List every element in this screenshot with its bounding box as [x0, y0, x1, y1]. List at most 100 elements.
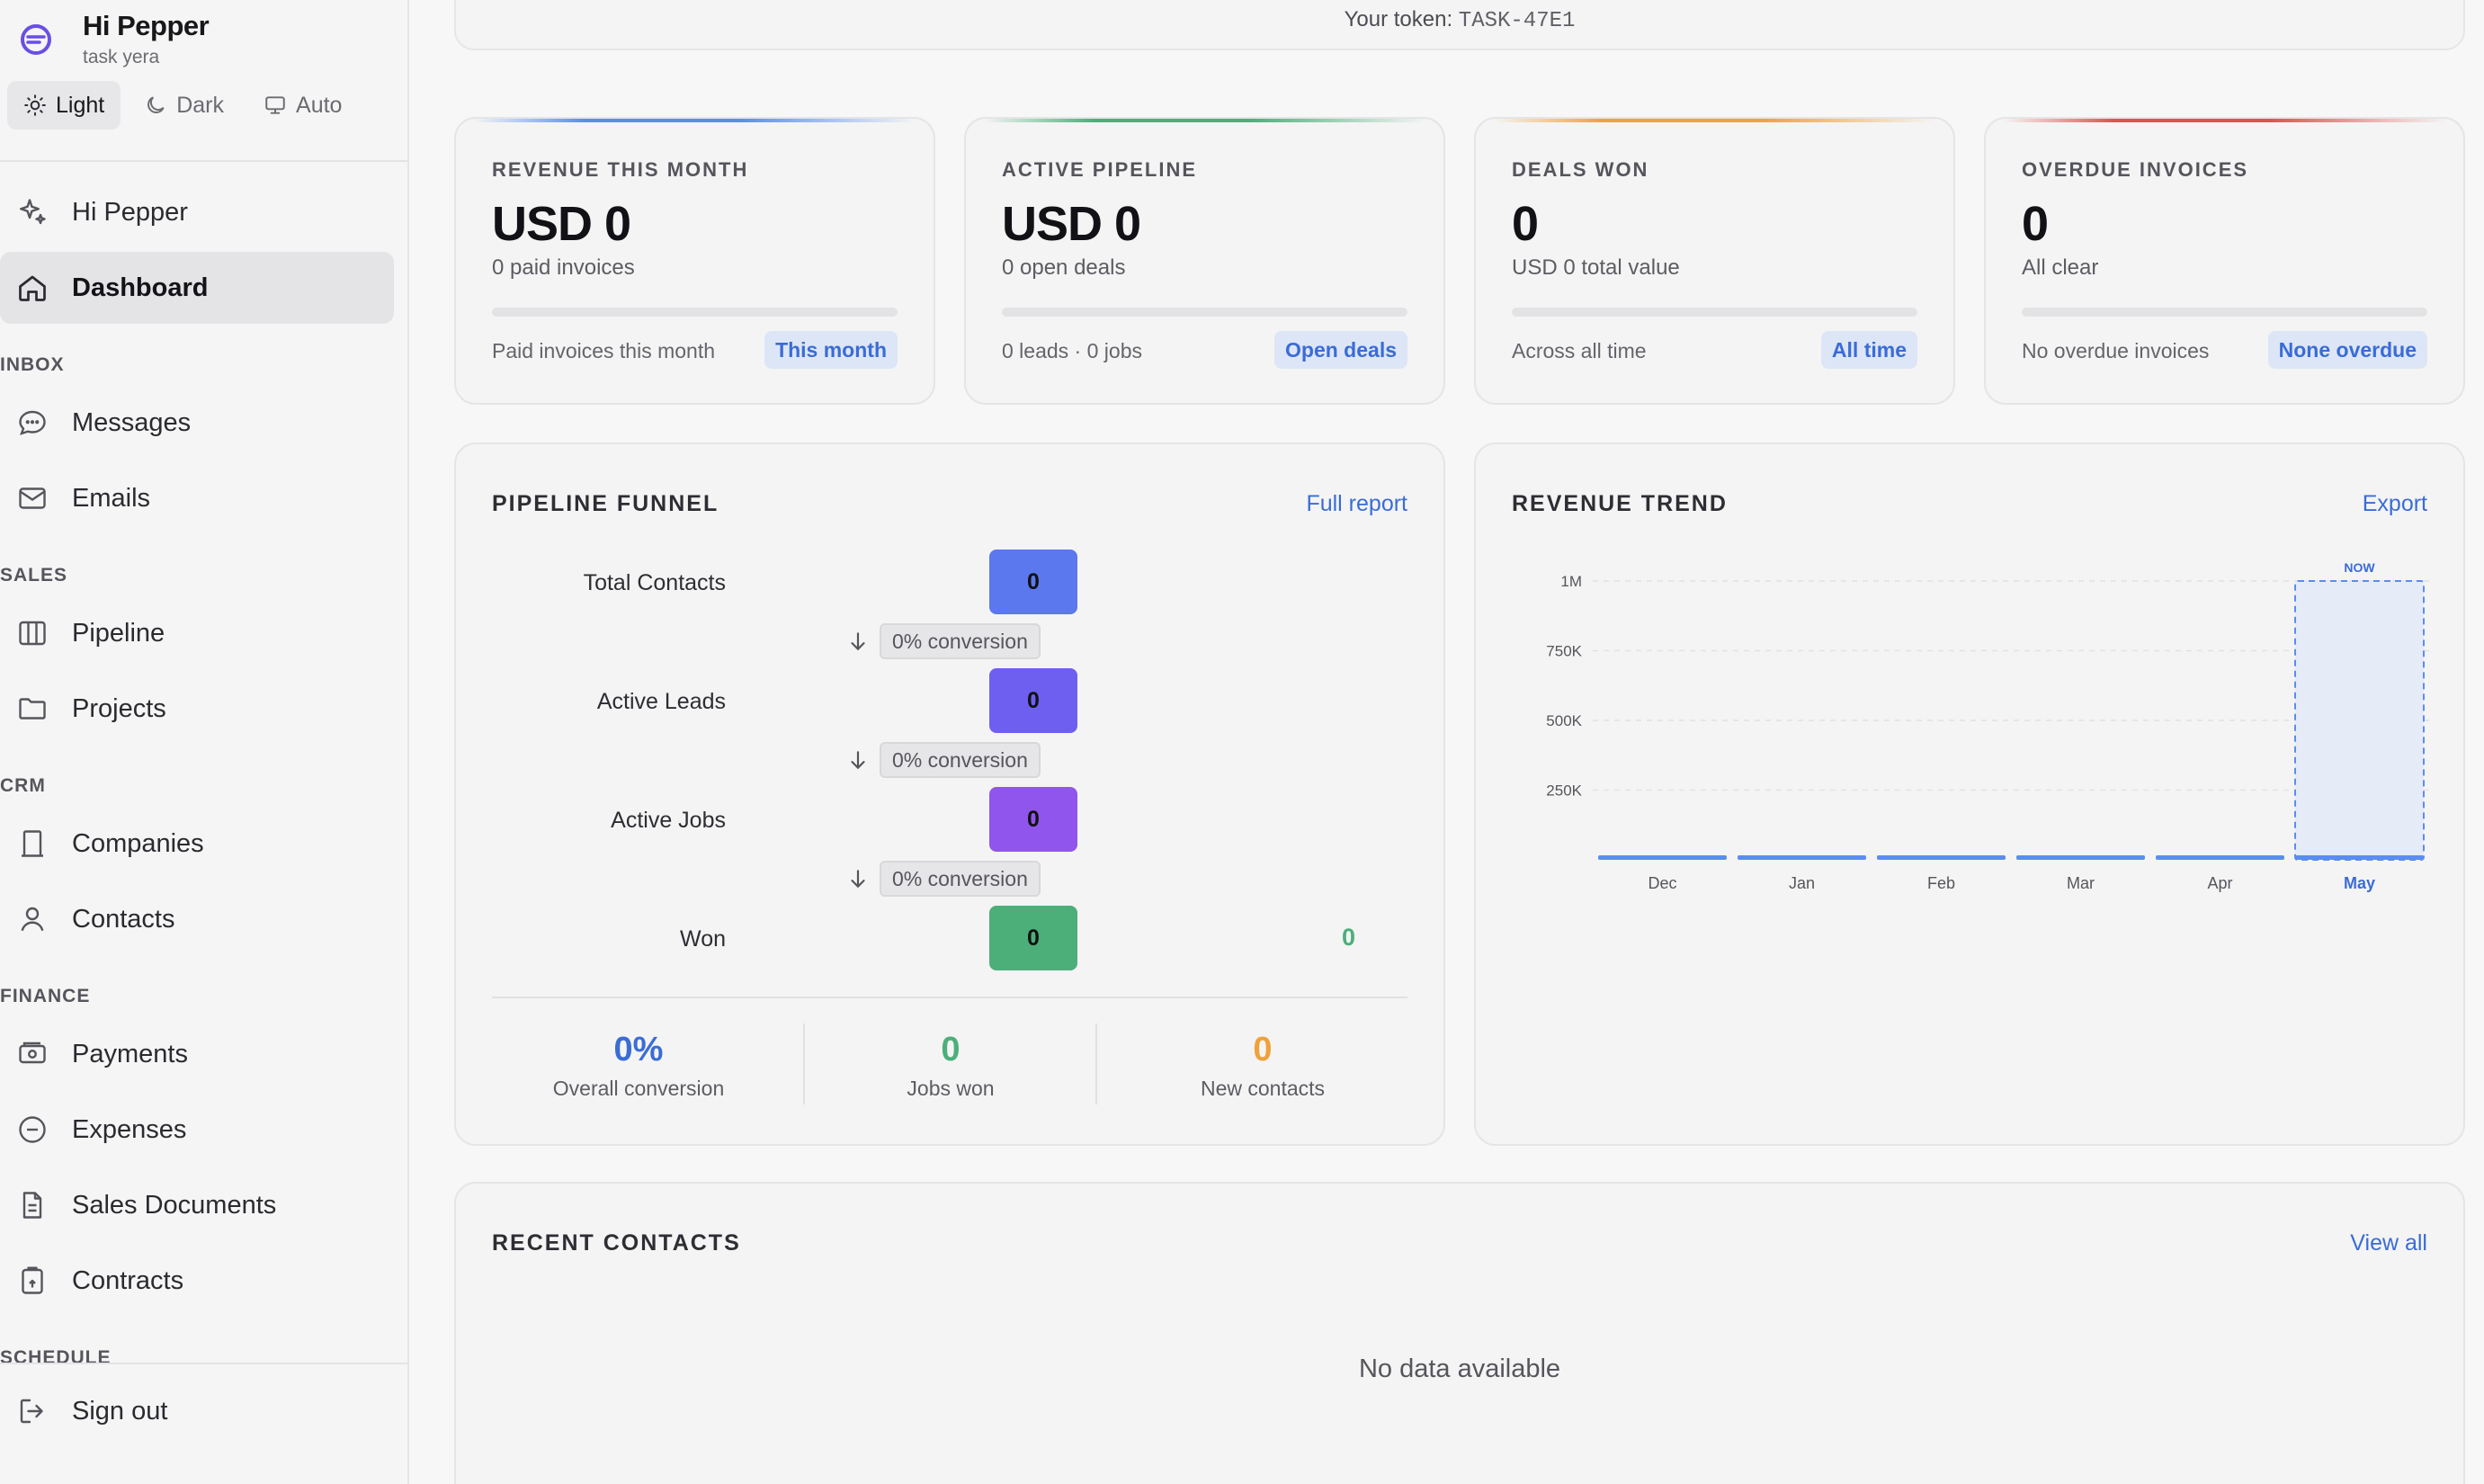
- stat-subtext: 0 paid invoices: [492, 255, 635, 280]
- stat-progress-bar: [1002, 308, 1407, 317]
- funnel-stage-label: Active Leads: [596, 689, 726, 714]
- moon-icon: [147, 96, 165, 113]
- clipboard-icon: [22, 1266, 43, 1294]
- sign-out-button[interactable]: Sign out: [0, 1375, 394, 1447]
- sidebar-item-label: Companies: [72, 828, 204, 858]
- columns-icon: [19, 621, 46, 646]
- sidebar-item-dashboard[interactable]: Dashboard: [0, 252, 394, 324]
- stat-accent-bar: [2004, 119, 2445, 122]
- full-report-link[interactable]: Full report: [1306, 491, 1407, 517]
- chart-xtick-label: May: [2344, 874, 2375, 892]
- theme-auto-label: Auto: [296, 92, 343, 118]
- stat-badge: This month: [764, 331, 898, 369]
- sidebar-item-label: Emails: [72, 483, 151, 513]
- token-value[interactable]: TASK-47E1: [1459, 9, 1576, 33]
- chart-bar: [2295, 855, 2424, 860]
- sidebar-item-label: Pipeline: [72, 618, 165, 648]
- sidebar-item-expenses[interactable]: Expenses: [0, 1094, 394, 1166]
- banknote-icon: [19, 1041, 46, 1064]
- stat-card-overdue: OVERDUE INVOICES 0 All clear No overdue …: [1984, 117, 2465, 405]
- document-icon: [22, 1192, 42, 1219]
- funnel-stage-label: Won: [680, 926, 726, 952]
- sidebar-item-messages[interactable]: Messages: [0, 387, 394, 459]
- sidebar-item-label: Contacts: [72, 904, 175, 934]
- stat-value: USD 0: [1002, 197, 1141, 251]
- chart-bar: [2156, 855, 2284, 860]
- sun-icon: [24, 94, 46, 116]
- stat-badge: None overdue: [2267, 331, 2427, 369]
- sidebar-item-label: Dashboard: [72, 273, 209, 302]
- summary-new-contacts: 0 New contacts: [1128, 1031, 1398, 1101]
- brand-name: Hi Pepper: [83, 10, 210, 41]
- chart-ytick-label: 1M: [1560, 573, 1582, 590]
- stat-accent-bar: [984, 119, 1425, 122]
- stat-label: ACTIVE PIPELINE: [1002, 158, 1198, 181]
- folder-icon: [19, 698, 46, 720]
- chart-ytick-label: 750K: [1546, 643, 1582, 660]
- summary-label: Overall conversion: [552, 1077, 725, 1100]
- funnel-stage-label: Active Jobs: [611, 808, 726, 833]
- sidebar-item-label: Hi Pepper: [72, 197, 188, 227]
- summary-value: 0: [941, 1031, 961, 1068]
- sidebar-item-label: Sales Documents: [72, 1190, 277, 1220]
- sidebar-item-pipeline[interactable]: Pipeline: [0, 597, 394, 669]
- sidebar-item-label: Contracts: [72, 1265, 184, 1295]
- brand[interactable]: Hi Pepper task yera: [18, 9, 210, 68]
- stat-footnote: Paid invoices this month: [492, 339, 716, 362]
- stat-card-revenue: REVENUE THIS MONTH USD 0 0 paid invoices…: [454, 117, 935, 405]
- funnel-conversion-badge: 0% conversion: [880, 623, 1041, 659]
- chart-bar: [2016, 855, 2145, 860]
- theme-dark-button[interactable]: Dark: [128, 81, 240, 130]
- theme-auto-button[interactable]: Auto: [247, 81, 358, 130]
- funnel-stage-value: 0: [989, 668, 1077, 733]
- chart-now-label: NOW: [2344, 560, 2375, 575]
- sidebar-item-projects[interactable]: Projects: [0, 673, 394, 745]
- theme-light-button[interactable]: Light: [7, 81, 121, 130]
- stat-label: OVERDUE INVOICES: [2022, 158, 2249, 181]
- sidebar-item-payments[interactable]: Payments: [0, 1018, 394, 1090]
- workspace-name: task yera: [83, 47, 160, 67]
- stat-badge: Open deals: [1274, 331, 1407, 369]
- chart-bar: [1877, 855, 2006, 860]
- chart-highlight-column: [2294, 580, 2425, 861]
- theme-dark-label: Dark: [176, 92, 225, 118]
- summary-label: New contacts: [1200, 1077, 1326, 1100]
- pepper-logo-icon: [21, 24, 51, 55]
- token-prefix: Your token:: [1344, 7, 1453, 31]
- monitor-icon: [265, 96, 285, 114]
- funnel-stage-label: Total Contacts: [583, 570, 726, 595]
- chat-bubble-icon: [19, 410, 46, 435]
- stat-badge: All time: [1820, 331, 1917, 369]
- stat-progress-bar: [492, 308, 898, 317]
- sidebar-item-contacts[interactable]: Contacts: [0, 883, 394, 955]
- stat-card-deals-won: DEALS WON 0 USD 0 total value Across all…: [1474, 117, 1955, 405]
- summary-value: 0%: [613, 1031, 664, 1068]
- arrow-down-icon: [851, 870, 865, 889]
- funnel-stage-value: 0: [989, 906, 1077, 970]
- sidebar-item-emails[interactable]: Emails: [0, 462, 394, 534]
- sign-out-icon: [20, 1399, 43, 1424]
- summary-overall-conversion: 0% Overall conversion: [504, 1031, 773, 1101]
- card-title: PIPELINE FUNNEL: [492, 491, 719, 516]
- sidebar-item-contracts[interactable]: Contracts: [0, 1245, 394, 1317]
- summary-divider: [1095, 1024, 1097, 1104]
- mail-icon: [19, 487, 46, 509]
- chart-xtick-label: Apr: [2207, 874, 2232, 892]
- stat-progress-bar: [1512, 308, 1917, 317]
- chart-bar: [1598, 855, 1727, 860]
- summary-divider: [803, 1024, 805, 1104]
- chart-xtick-label: Feb: [1927, 874, 1955, 892]
- summary-value: 0: [1253, 1031, 1273, 1068]
- sidebar: Hi Pepper task yera Light Dark Auto Hi P…: [0, 0, 409, 1484]
- home-icon: [19, 275, 46, 301]
- token-banner: Your token: TASK-47E1: [454, 0, 2465, 50]
- stat-card-pipeline: ACTIVE PIPELINE USD 0 0 open deals 0 lea…: [964, 117, 1445, 405]
- sidebar-item-companies[interactable]: Companies: [0, 808, 394, 880]
- view-all-link[interactable]: View all: [2350, 1230, 2427, 1256]
- minus-circle-icon: [19, 1116, 46, 1143]
- recent-contacts-card: RECENT CONTACTS View all No data availab…: [454, 1182, 2465, 1484]
- sidebar-item-hi-pepper[interactable]: Hi Pepper: [0, 176, 394, 248]
- nav-section-sales: SALES: [0, 565, 68, 586]
- sidebar-item-sales-documents[interactable]: Sales Documents: [0, 1169, 394, 1241]
- token-text: Your token: TASK-47E1: [456, 7, 2463, 33]
